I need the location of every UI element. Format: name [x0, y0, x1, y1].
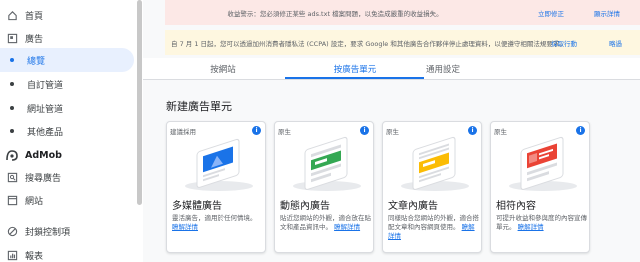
dismiss-link[interactable]: 略過: [609, 38, 622, 48]
sidebar-item-other-products[interactable]: 其他產品: [0, 119, 63, 143]
ads-txt-warning-banner: 收益警示：您必須修正某些 ads.txt 檔案問題，以免造成嚴重的收益損失。 立…: [165, 0, 640, 25]
sidebar-scrollbar[interactable]: [137, 0, 142, 205]
sidebar-item-blocking-controls[interactable]: 封鎖控制項: [0, 219, 70, 243]
tab-by-site[interactable]: 按網站: [153, 63, 293, 75]
home-icon: [5, 10, 19, 21]
card-description: 靈活廣告，適用於任何情境。 瞭解詳情: [172, 214, 264, 232]
adsense-app: 首頁 廣告 總覽 自訂管道 網址管道 其他產品 AdMob 搜尋廣告 網站 封鎖…: [0, 0, 640, 262]
learn-more-link[interactable]: 瞭解詳情: [172, 223, 198, 231]
card-description-text: 靈活廣告，適用於任何情境。: [172, 214, 257, 222]
banner-message: 自 7 月 1 日起，您可以透過加州消費者隱私法 (CCPA) 設定，要求 Go…: [171, 39, 566, 48]
banner-message: 收益警示：您必須修正某些 ads.txt 檔案問題，以免造成嚴重的收益損失。: [227, 9, 443, 18]
show-details-link[interactable]: 顯示詳情: [594, 8, 620, 18]
sidebar-item-label: 搜尋廣告: [25, 173, 62, 184]
card-title: 文章內廣告: [388, 201, 438, 212]
tab-global-settings[interactable]: 通用設定: [373, 63, 513, 75]
card-tag: 原生: [386, 128, 399, 136]
sidebar-item-label: 其他產品: [27, 127, 64, 138]
admob-icon: [5, 149, 19, 161]
card-description: 貼近您網站的外觀，適合放在貼文和產品資訊中。 瞭解詳情: [280, 214, 372, 232]
sites-icon: [5, 195, 19, 206]
sidebar-item-reports[interactable]: 報表: [0, 243, 43, 262]
sidebar-item-custom-channels[interactable]: 自訂管道: [0, 72, 63, 96]
fix-now-link[interactable]: 立即修正: [538, 8, 564, 18]
active-tab-indicator: [285, 77, 424, 79]
card-tag: 原生: [278, 128, 291, 136]
sidebar-item-url-channels[interactable]: 網址管道: [0, 96, 63, 120]
card-title: 多媒體廣告: [172, 201, 222, 212]
sidebar-item-home[interactable]: 首頁: [0, 3, 43, 27]
card-tag: 原生: [494, 128, 507, 136]
sidebar-item-ads[interactable]: 廣告: [0, 26, 43, 50]
ccpa-notice-banner: 自 7 月 1 日起，您可以透過加州消費者隱私法 (CCPA) 設定，要求 Go…: [165, 30, 640, 55]
bullet-icon: [10, 129, 14, 133]
bullet-icon: [10, 82, 14, 86]
sidebar-item-label: 封鎖控制項: [25, 227, 71, 238]
sidebar-item-label: 自訂管道: [27, 80, 64, 91]
matched-content-illustration-icon: [509, 136, 577, 191]
info-icon[interactable]: i: [468, 126, 477, 135]
sidebar-item-overview[interactable]: 總覽: [0, 48, 134, 72]
card-tag: 建議採用: [170, 128, 196, 136]
in-article-ad-illustration-icon: [401, 136, 469, 191]
card-description: 可提升收益和參與度的內容宣傳單元。 瞭解詳情: [496, 214, 588, 232]
ad-unit-card-in-feed[interactable]: 原生 i 動態內廣告 貼近您網站的外觀，適合放在貼文和產品資訊中。 瞭解詳情: [274, 121, 374, 253]
sidebar-item-label: 總覽: [27, 56, 46, 67]
sidebar-item-label: 首頁: [25, 11, 44, 22]
sidebar-item-label: 網址管道: [27, 104, 64, 115]
sidebar-item-label: 網站: [25, 196, 44, 207]
bullet-icon: [10, 106, 14, 110]
learn-more-link[interactable]: 瞭解詳情: [518, 223, 544, 231]
sidebar-item-admob[interactable]: AdMob: [0, 143, 62, 167]
card-description: 同樣貼合您網站的外觀，適合搭配文章和內容網頁使用。 瞭解詳情: [388, 214, 480, 241]
reports-icon: [5, 250, 19, 261]
sidebar-item-label: 廣告: [25, 34, 44, 45]
block-icon: [5, 226, 19, 237]
sidebar-item-label: 報表: [25, 251, 44, 262]
bullet-icon: [10, 58, 14, 62]
ads-icon: [5, 33, 19, 44]
section-title: 新建廣告單元: [166, 100, 232, 113]
tab-bar: 按網站 按廣告單元 通用設定: [143, 58, 640, 80]
search-ads-icon: [5, 172, 19, 183]
info-icon[interactable]: i: [360, 126, 369, 135]
ad-unit-card-matched-content[interactable]: 原生 i 相符內容 可提升收益和參與度的內容宣傳單元。 瞭解詳情: [490, 121, 590, 253]
card-title: 動態內廣告: [280, 201, 330, 212]
in-feed-ad-illustration-icon: [293, 136, 361, 191]
sidebar: 首頁 廣告 總覽 自訂管道 網址管道 其他產品 AdMob 搜尋廣告 網站 封鎖…: [0, 0, 143, 262]
sidebar-item-sites[interactable]: 網站: [0, 188, 43, 212]
display-ad-illustration-icon: [185, 138, 253, 191]
learn-more-link[interactable]: 瞭解詳情: [334, 223, 360, 231]
ad-unit-card-display[interactable]: 建議採用 i 多媒體廣告 靈活廣告，適用於任何情境。 瞭解詳情: [166, 121, 266, 253]
info-icon[interactable]: i: [576, 126, 585, 135]
ad-unit-card-in-article[interactable]: 原生 i 文章內廣告 同樣貼合您網站的外觀，適合搭配文章和內容網頁使用。 瞭解詳…: [382, 121, 482, 253]
card-title: 相符內容: [496, 201, 536, 212]
take-action-link[interactable]: 採取行動: [551, 38, 577, 48]
sidebar-item-search-ads[interactable]: 搜尋廣告: [0, 165, 61, 189]
sidebar-item-label: AdMob: [25, 149, 62, 161]
info-icon[interactable]: i: [252, 126, 261, 135]
